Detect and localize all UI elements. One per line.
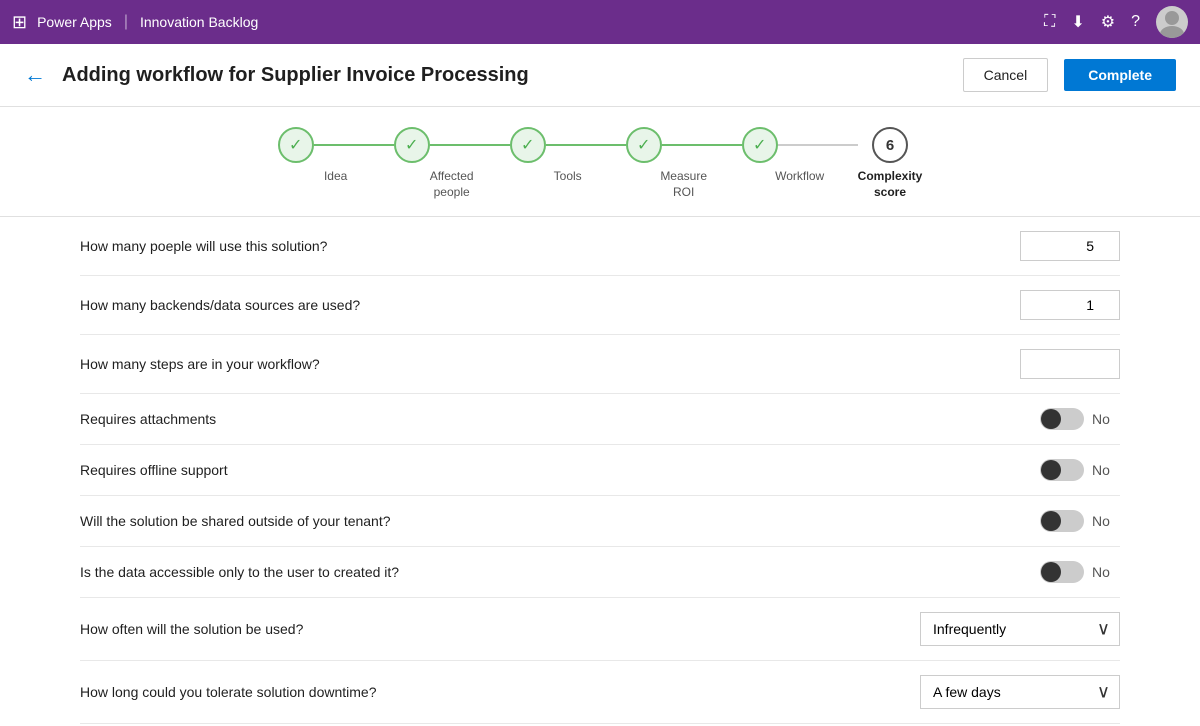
toggle-shared[interactable] — [1040, 510, 1084, 532]
control-backends-count — [1020, 290, 1120, 320]
toggle-knob-shared — [1041, 511, 1061, 531]
select-usage-freq[interactable]: Infrequently Occasionally Frequently Dai… — [920, 612, 1120, 646]
row-data-access: Is the data accessible only to the user … — [80, 547, 1120, 598]
step-label-complexity: Complexityscore — [858, 169, 923, 200]
control-usage-freq: Infrequently Occasionally Frequently Dai… — [920, 612, 1120, 646]
user-avatar[interactable] — [1156, 6, 1188, 38]
step-line-5 — [778, 144, 858, 146]
toggle-label-attachments: No — [1092, 411, 1120, 427]
control-people-count — [1020, 231, 1120, 261]
page-header: ← Adding workflow for Supplier Invoice P… — [0, 44, 1200, 107]
control-offline: No — [1040, 459, 1120, 481]
steps-progress-bar: ✓ Idea ✓ Affectedpeople ✓ Tools ✓ — [0, 107, 1200, 217]
row-backends-count: How many backends/data sources are used? — [80, 276, 1120, 335]
label-attachments: Requires attachments — [80, 411, 1024, 427]
row-attachments: Requires attachments No — [80, 394, 1120, 445]
row-shared: Will the solution be shared outside of y… — [80, 496, 1120, 547]
step-idea: ✓ Idea — [278, 127, 394, 185]
step-label-idea: Idea — [324, 169, 347, 185]
label-usage-freq: How often will the solution be used? — [80, 621, 904, 637]
app-name: Power Apps — [37, 14, 112, 30]
form-area: How many poeple will use this solution? … — [0, 217, 1200, 726]
toggle-knob-data-access — [1041, 562, 1061, 582]
toggle-offline[interactable] — [1040, 459, 1084, 481]
control-steps-count — [1020, 349, 1120, 379]
step-line-1 — [314, 144, 394, 146]
dropdown-wrap-usage-freq: Infrequently Occasionally Frequently Dai… — [920, 612, 1120, 646]
step-workflow: ✓ Workflow — [742, 127, 858, 185]
page-title: Adding workflow for Supplier Invoice Pro… — [62, 64, 947, 87]
step-complexity: 6 Complexityscore — [858, 127, 923, 200]
step-label-tools: Tools — [554, 169, 582, 185]
step-circle-workflow: ✓ — [742, 127, 778, 163]
control-data-access: No — [1040, 561, 1120, 583]
module-name: Innovation Backlog — [140, 14, 258, 30]
step-label-measure: MeasureROI — [660, 169, 707, 200]
back-button[interactable]: ← — [24, 62, 46, 88]
step-circle-affected: ✓ — [394, 127, 430, 163]
topbar-separator: | — [124, 13, 128, 31]
row-offline: Requires offline support No — [80, 445, 1120, 496]
step-measure: ✓ MeasureROI — [626, 127, 742, 200]
step-circle-complexity: 6 — [872, 127, 908, 163]
label-data-access: Is the data accessible only to the user … — [80, 564, 1024, 580]
dropdown-wrap-downtime: A few days A few hours Less than an hour… — [920, 675, 1120, 709]
toggle-knob-attachments — [1041, 409, 1061, 429]
step-label-affected: Affectedpeople — [430, 169, 474, 200]
grid-icon[interactable]: ⊞ — [12, 12, 27, 33]
download-icon[interactable]: ⬇ — [1071, 12, 1084, 32]
step-line-2 — [430, 144, 510, 146]
topbar-right-actions: ⛶ ⬇ ⚙ ? — [1044, 6, 1188, 38]
step-circle-tools: ✓ — [510, 127, 546, 163]
control-attachments: No — [1040, 408, 1120, 430]
label-shared: Will the solution be shared outside of y… — [80, 513, 1024, 529]
step-circle-measure: ✓ — [626, 127, 662, 163]
control-downtime: A few days A few hours Less than an hour… — [920, 675, 1120, 709]
step-circle-idea: ✓ — [278, 127, 314, 163]
screen-icon[interactable]: ⛶ — [1044, 13, 1055, 31]
control-shared: No — [1040, 510, 1120, 532]
row-people-count: How many poeple will use this solution? — [80, 217, 1120, 276]
toggle-label-shared: No — [1092, 513, 1120, 529]
input-people-count[interactable] — [1020, 231, 1120, 261]
toggle-data-access[interactable] — [1040, 561, 1084, 583]
help-icon[interactable]: ? — [1131, 13, 1140, 31]
step-affected: ✓ Affectedpeople — [394, 127, 510, 200]
step-label-workflow: Workflow — [775, 169, 824, 185]
toggle-label-data-access: No — [1092, 564, 1120, 580]
label-steps-count: How many steps are in your workflow? — [80, 356, 1004, 372]
row-downtime: How long could you tolerate solution dow… — [80, 661, 1120, 724]
toggle-knob-offline — [1041, 460, 1061, 480]
label-backends-count: How many backends/data sources are used? — [80, 297, 1004, 313]
select-downtime[interactable]: A few days A few hours Less than an hour… — [920, 675, 1120, 709]
label-people-count: How many poeple will use this solution? — [80, 238, 1004, 254]
toggle-attachments[interactable] — [1040, 408, 1084, 430]
label-downtime: How long could you tolerate solution dow… — [80, 684, 904, 700]
input-steps-count[interactable] — [1020, 349, 1120, 379]
settings-icon[interactable]: ⚙ — [1101, 12, 1115, 32]
complete-button[interactable]: Complete — [1064, 59, 1176, 91]
toggle-label-offline: No — [1092, 462, 1120, 478]
row-steps-count: How many steps are in your workflow? — [80, 335, 1120, 394]
label-offline: Requires offline support — [80, 462, 1024, 478]
step-tools: ✓ Tools — [510, 127, 626, 185]
cancel-button[interactable]: Cancel — [963, 58, 1049, 92]
topbar: ⊞ Power Apps | Innovation Backlog ⛶ ⬇ ⚙ … — [0, 0, 1200, 44]
step-line-3 — [546, 144, 626, 146]
input-backends-count[interactable] — [1020, 290, 1120, 320]
row-usage-freq: How often will the solution be used? Inf… — [80, 598, 1120, 661]
step-line-4 — [662, 144, 742, 146]
